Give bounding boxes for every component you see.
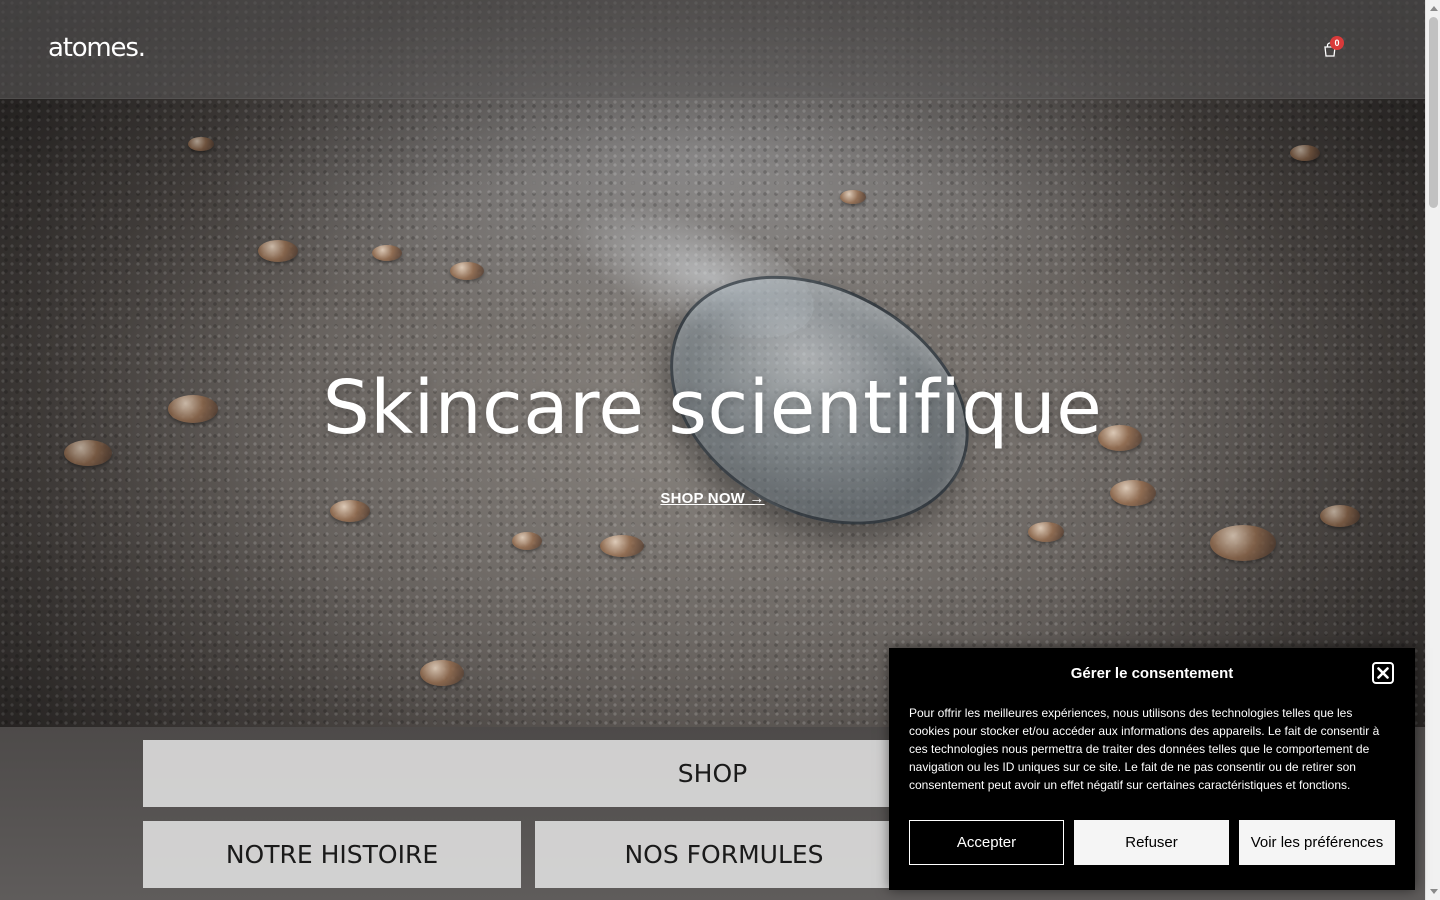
scroll-thumb[interactable] — [1429, 17, 1438, 208]
cart-count-badge: 0 — [1330, 36, 1344, 50]
nos-formules-tile[interactable]: NOS FORMULES — [535, 821, 913, 888]
shop-tile-label: SHOP — [677, 759, 748, 788]
brand-logo[interactable]: atomes. — [48, 33, 146, 63]
page-scrollbar[interactable] — [1425, 0, 1440, 900]
refuse-button[interactable]: Refuser — [1074, 820, 1229, 865]
hero-title: Skincare scientifique — [322, 365, 1103, 451]
scroll-down-arrow-icon[interactable] — [1430, 889, 1438, 894]
nos-formules-tile-label: NOS FORMULES — [624, 840, 824, 869]
view-preferences-button[interactable]: Voir les préférences — [1239, 820, 1395, 865]
notre-histoire-tile[interactable]: NOTRE HISTOIRE — [143, 821, 521, 888]
shop-now-container: SHOP NOW → — [0, 490, 1425, 508]
scroll-up-arrow-icon[interactable] — [1430, 6, 1438, 11]
cookie-consent-modal: Gérer le consentement Pour offrir les me… — [889, 648, 1415, 890]
notre-histoire-tile-label: NOTRE HISTOIRE — [225, 840, 439, 869]
accept-button[interactable]: Accepter — [909, 820, 1064, 865]
site-header: atomes. — [0, 0, 1425, 99]
close-icon[interactable] — [1372, 662, 1394, 684]
consent-description: Pour offrir les meilleures expériences, … — [909, 706, 1380, 792]
shop-now-link[interactable]: SHOP NOW → — [660, 490, 764, 507]
consent-title: Gérer le consentement — [1070, 665, 1234, 682]
